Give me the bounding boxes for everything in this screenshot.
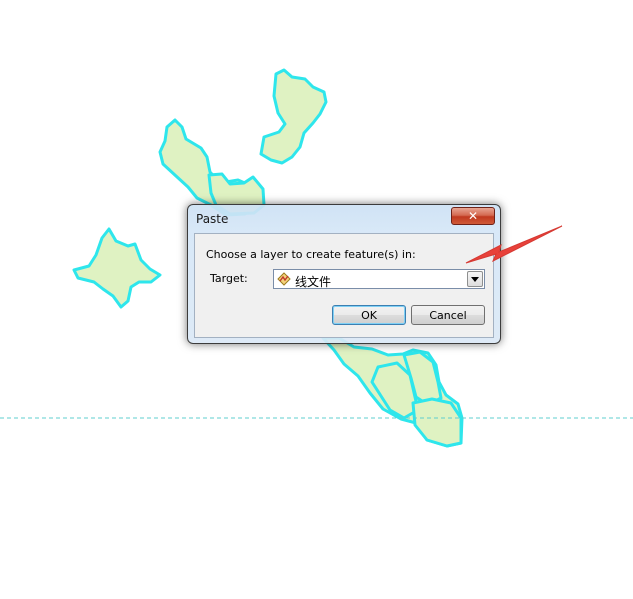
annotation-arrow	[465, 225, 563, 264]
arrow-icon	[465, 225, 563, 264]
